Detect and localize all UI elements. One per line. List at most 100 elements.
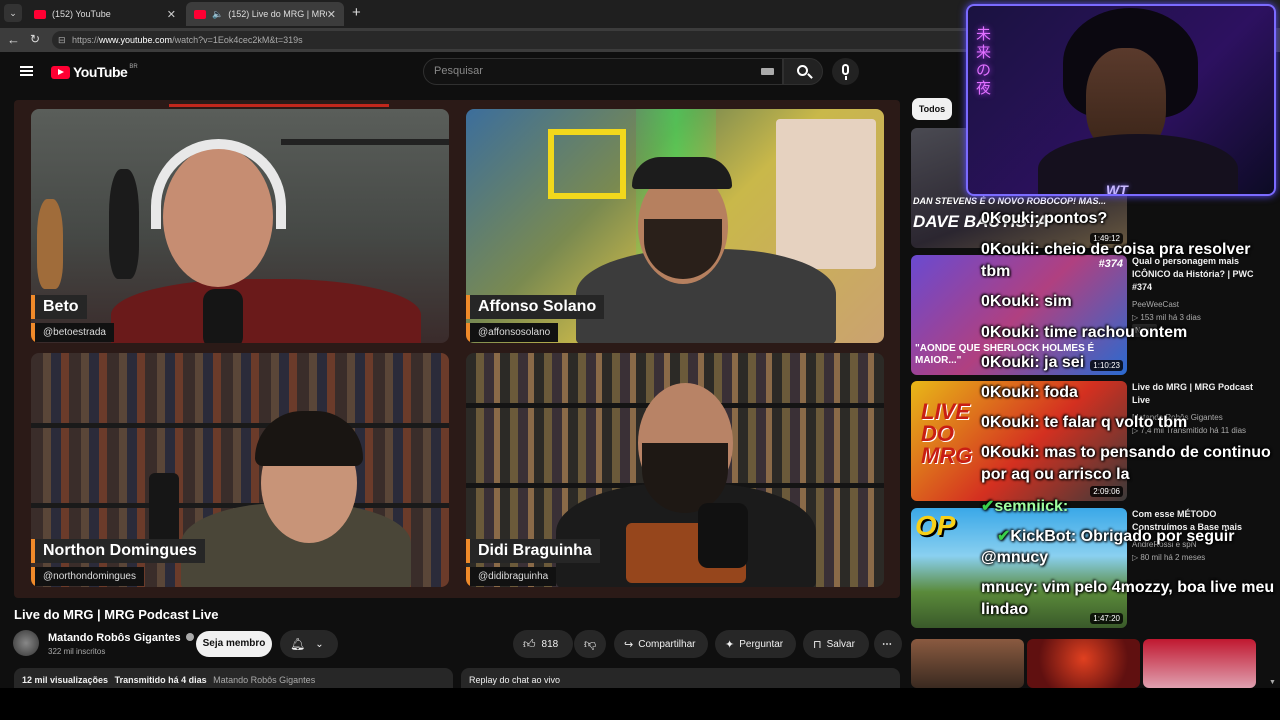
- overlay-logo: WT: [1106, 182, 1128, 196]
- screen-bottom-bar: [0, 688, 1280, 720]
- participant-name: Northon Domingues: [31, 539, 205, 563]
- new-tab-button[interactable]: +: [352, 4, 361, 21]
- channel-name-text: Matando Robôs Gigantes: [48, 632, 181, 644]
- participant-name: Affonso Solano: [466, 295, 605, 319]
- shelf: [31, 423, 449, 428]
- video-duration: 2:09:06: [1090, 486, 1123, 497]
- more-actions-button[interactable]: ⋯: [874, 630, 902, 658]
- like-button[interactable]: 👍︎ 818: [513, 630, 573, 658]
- chat-username: semniick:: [994, 498, 1069, 515]
- chat-message: 0Kouki: sim: [981, 293, 1072, 310]
- url-path: /watch?v=1Eok4cec2kM&t=319s: [172, 35, 303, 45]
- browser-tab-youtube[interactable]: (152) YouTube ✕: [26, 2, 184, 26]
- channel-name[interactable]: Matando Robôs Gigantes: [48, 632, 194, 644]
- thumbs-down-icon: 👎︎: [584, 636, 597, 651]
- verified-badge-icon: ✔: [997, 528, 1011, 545]
- site-info-icon[interactable]: ⊟: [58, 31, 66, 49]
- dislike-button[interactable]: 👎︎: [574, 630, 606, 658]
- guitar: [37, 199, 63, 289]
- shorts-thumbnail[interactable]: [1143, 639, 1256, 688]
- filter-chip-all[interactable]: Todos: [912, 98, 952, 120]
- search-input[interactable]: Pesquisar: [423, 58, 783, 85]
- verified-check-icon: [185, 633, 194, 641]
- description-channel: Matando Robôs Gigantes: [213, 675, 316, 685]
- join-member-button[interactable]: Seja membro: [196, 631, 272, 657]
- chat-message: 0Kouki: te falar q volto tbm: [981, 414, 1188, 431]
- youtube-logo[interactable]: YouTube BR: [51, 64, 138, 80]
- recommendation-meta: ▷ 80 mil há 2 meses: [1132, 553, 1206, 562]
- close-tab-icon[interactable]: ✕: [167, 8, 176, 21]
- top-accent-line: [169, 104, 389, 107]
- joker-poster: [776, 119, 876, 269]
- shorts-thumbnail[interactable]: [1027, 639, 1140, 688]
- verified-badge-icon: ✔: [981, 498, 995, 515]
- reload-icon[interactable]: ↻: [30, 32, 40, 46]
- tab-list-button[interactable]: ⌄: [4, 4, 22, 22]
- chat-message: 0Kouki: pontos?: [981, 210, 1108, 227]
- video-duration: 1:10:23: [1090, 360, 1123, 371]
- thumbnail-text: #374: [1098, 258, 1123, 270]
- ask-button[interactable]: ✦ Perguntar: [715, 630, 796, 658]
- chat-message: 0Kouki: mas to pensando de continuo: [981, 444, 1271, 461]
- thumbs-up-icon: 👍︎: [523, 636, 536, 651]
- shorts-thumbnail[interactable]: [911, 639, 1024, 688]
- camera-feed-northon: Northon Domingues @northondomingues: [31, 353, 449, 587]
- video-duration: 1:47:20: [1090, 613, 1123, 624]
- view-count: 12 mil visualizações: [22, 675, 109, 685]
- neon-sign: 未来の夜: [976, 26, 992, 97]
- chat-replay-label: Replay do chat ao vivo: [469, 675, 561, 685]
- sparkle-icon: ✦: [725, 638, 735, 651]
- tab-title: (152) Live do MRG | MRG Podc: [228, 9, 327, 19]
- scroll-down-icon[interactable]: ▼: [1269, 679, 1276, 686]
- guitar: [109, 169, 139, 279]
- description-box[interactable]: 12 mil visualizações Transmitido há 4 di…: [14, 668, 453, 688]
- chevron-down-icon: ⌄: [315, 638, 324, 650]
- share-icon: ↪: [624, 638, 634, 651]
- browser-tab-video[interactable]: 🔈 (152) Live do MRG | MRG Podc ✕: [186, 2, 344, 26]
- shelf-yellow: [548, 129, 626, 199]
- search-placeholder: Pesquisar: [434, 65, 483, 77]
- cap: [632, 157, 732, 189]
- chat-message: ✔semniick:: [981, 496, 1068, 516]
- participant-handle: @affonsosolano: [466, 323, 559, 342]
- chat-message: @mnucy: [981, 549, 1049, 566]
- more-horizontal-icon: ⋯: [882, 638, 892, 650]
- thumbnail-text: DAN STEVENS É O NOVO ROBOCOP! MAS...: [913, 196, 1107, 206]
- shelf: [281, 139, 449, 145]
- bell-icon: 🔔︎: [290, 637, 306, 651]
- chat-message: ✔KickBot: Obrigado por seguir: [997, 526, 1234, 546]
- microphone-icon: [842, 64, 849, 75]
- share-label: Compartilhar: [638, 638, 696, 650]
- stream-date: Transmitido há 4 dias: [114, 675, 207, 685]
- camera-feed-didi: Didi Braguinha @didibraguinha: [466, 353, 884, 587]
- bookmark-icon: ⊓: [813, 638, 822, 651]
- share-button[interactable]: ↪ Compartilhar: [614, 630, 708, 658]
- recommendation-title: Live do MRG | MRG Podcast Live: [1132, 382, 1254, 405]
- chat-message: lindao: [981, 601, 1029, 618]
- headphones: [151, 139, 286, 229]
- voice-search-button[interactable]: [832, 58, 859, 85]
- thumbnail-text: OP: [915, 510, 956, 541]
- chat-replay-header[interactable]: Replay do chat ao vivo: [461, 668, 900, 688]
- save-button[interactable]: ⊓ Salvar: [803, 630, 869, 658]
- recommendation-meta: ▷ 153 mil há 3 dias: [1132, 313, 1201, 322]
- youtube-play-icon: [51, 65, 70, 79]
- close-tab-icon[interactable]: ✕: [327, 8, 336, 21]
- menu-hamburger-icon[interactable]: [20, 66, 33, 76]
- video-player[interactable]: Beto @betoestrada Affonso Solano @affons…: [14, 100, 900, 598]
- participant-handle: @betoestrada: [31, 323, 114, 342]
- channel-avatar[interactable]: [13, 630, 39, 656]
- chat-message: mnucy: vim pelo 4mozzy, boa live meu: [981, 579, 1275, 596]
- subscriber-count: 322 mil inscritos: [48, 647, 106, 656]
- keyboard-icon[interactable]: [761, 68, 774, 75]
- speaker-icon[interactable]: 🔈: [212, 9, 223, 20]
- chat-text: KickBot: Obrigado por seguir: [1010, 528, 1235, 545]
- search-button[interactable]: [783, 58, 823, 85]
- participant-handle: @northondomingues: [31, 567, 144, 586]
- subscription-bell-button[interactable]: 🔔︎ ⌄: [280, 630, 338, 658]
- back-arrow-icon[interactable]: ←: [7, 32, 20, 47]
- microphone: [203, 289, 243, 343]
- streamer-avatar-overlay: 未来の夜 WT: [966, 4, 1276, 196]
- save-label: Salvar: [826, 638, 855, 650]
- ask-label: Perguntar: [739, 638, 784, 650]
